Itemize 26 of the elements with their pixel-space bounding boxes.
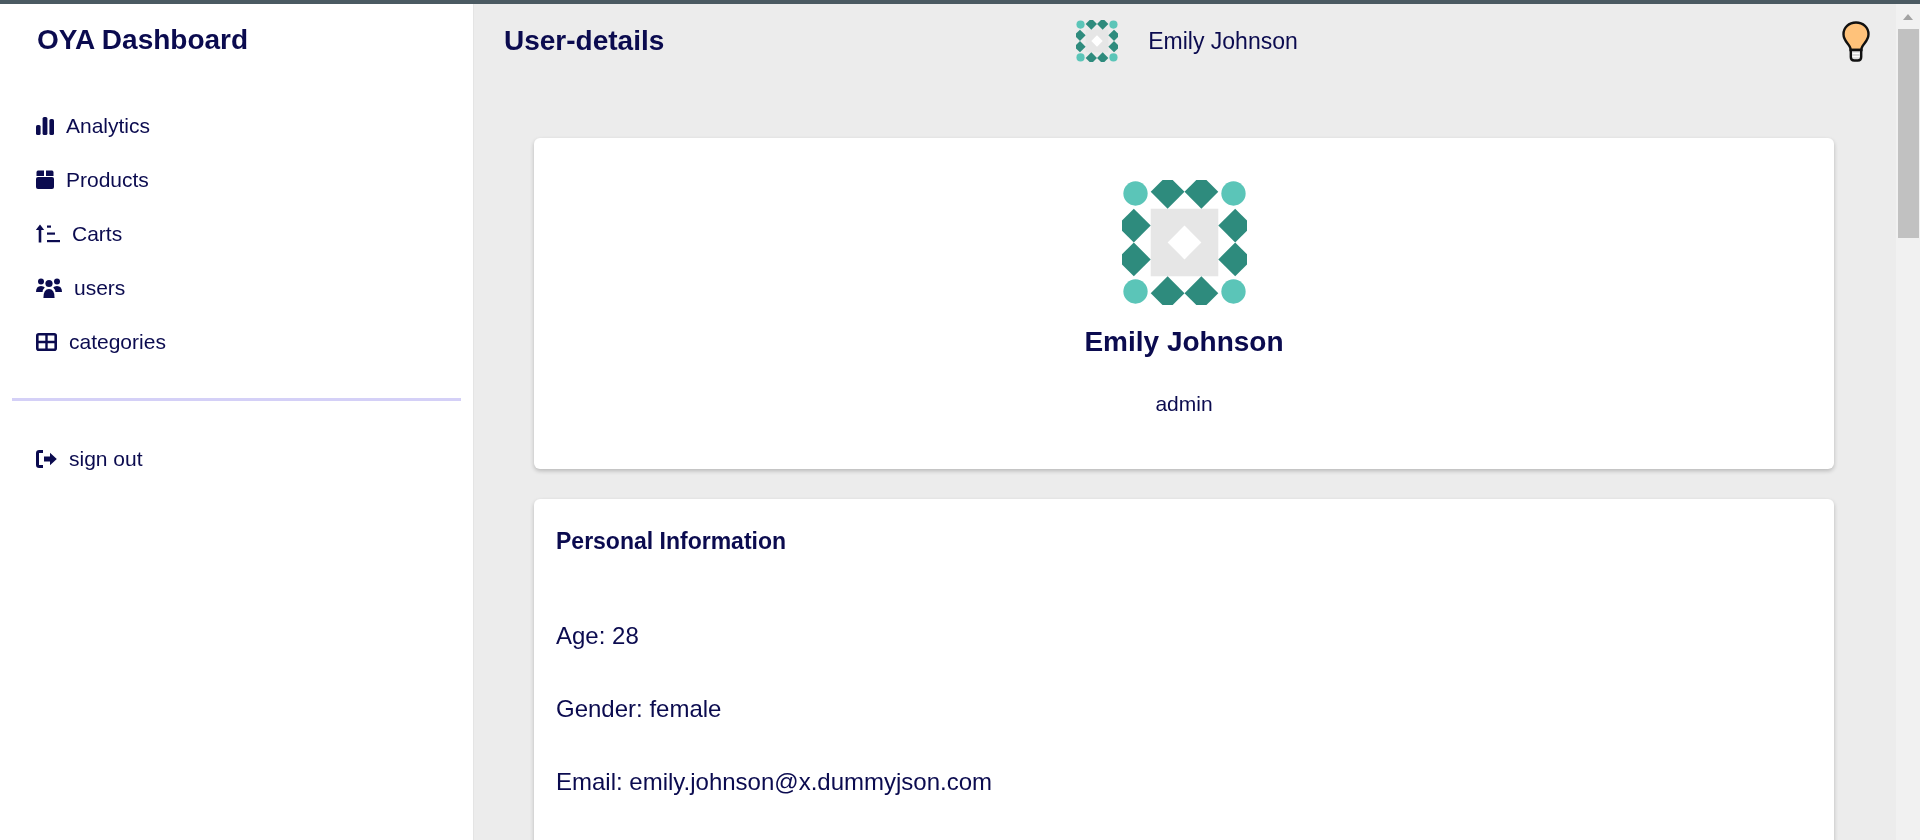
logout-icon	[36, 449, 57, 468]
scroll-up-arrow-icon[interactable]	[1903, 14, 1913, 20]
info-text: Gender: female	[556, 694, 722, 723]
app-title: OYA Dashboard	[37, 23, 249, 57]
page-title: User-details	[504, 24, 665, 58]
scrollbar-thumb[interactable]	[1897, 29, 1919, 238]
bar-chart-icon	[36, 116, 54, 135]
user-role: admin	[1155, 391, 1213, 416]
info-text: Email: emily.johnson@x.dummyjson.com	[556, 767, 993, 796]
box-icon	[36, 170, 54, 189]
sidebar-item[interactable]: users	[36, 271, 126, 304]
people-icon	[36, 277, 62, 298]
section-title: Personal Information	[556, 527, 787, 555]
avatar-icon	[1076, 20, 1119, 62]
sort-ascending-icon	[36, 224, 60, 243]
info-text: Age: 28	[556, 621, 639, 650]
grid-icon	[36, 332, 57, 351]
user-name: Emily Johnson	[1148, 27, 1298, 55]
sign-out-link[interactable]: sign out	[36, 442, 143, 475]
profile-name: Emily Johnson	[1084, 325, 1284, 359]
scrollbar[interactable]	[1896, 4, 1920, 840]
sidebar-item[interactable]: Products	[36, 163, 149, 196]
sidebar-item[interactable]: categories	[36, 325, 166, 358]
sidebar-item[interactable]: Analytics	[36, 109, 151, 142]
light-bulb-icon[interactable]	[1842, 20, 1870, 62]
sidebar-item[interactable]: Carts	[36, 217, 123, 250]
